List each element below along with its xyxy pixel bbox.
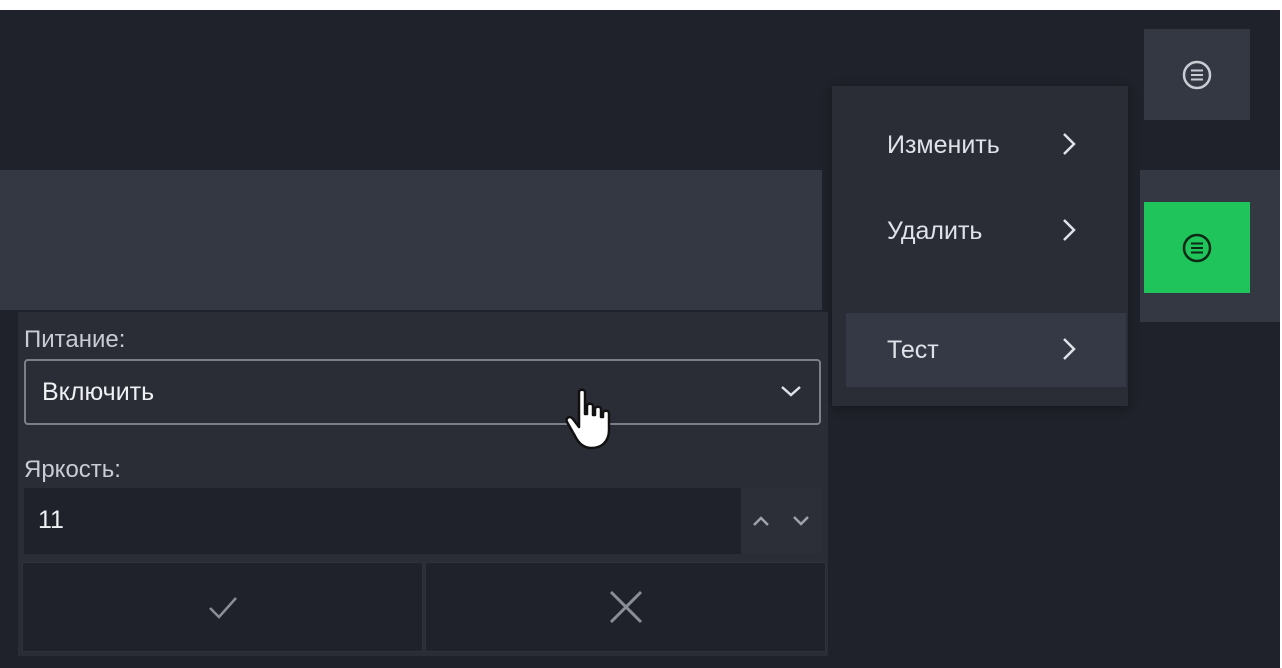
menu-item-label: Изменить (887, 130, 1000, 159)
power-select[interactable]: Включить (24, 359, 821, 425)
menu-item-label: Удалить (887, 216, 983, 245)
menu-button[interactable] (1144, 29, 1250, 120)
power-label: Питание: (24, 326, 126, 353)
check-icon (208, 597, 237, 619)
menu-item-test[interactable]: Тест (846, 313, 1126, 387)
decrement-button[interactable] (781, 488, 821, 554)
cancel-button[interactable] (425, 562, 826, 652)
confirm-button[interactable] (22, 562, 423, 652)
close-icon (609, 590, 642, 624)
chevron-right-icon (1063, 338, 1076, 360)
menu-item-delete[interactable]: Удалить (832, 194, 1128, 268)
chevron-right-icon (1063, 133, 1076, 155)
brightness-label: Яркость: (24, 456, 121, 483)
app-window: Изменить Удалить Тест Питание: Включить (0, 10, 1280, 668)
chevron-up-icon (753, 516, 769, 526)
power-select-value: Включить (42, 378, 155, 406)
brightness-input[interactable]: 11 (24, 488, 821, 554)
chevron-down-icon (781, 386, 801, 397)
menu-item-label: Тест (887, 335, 939, 364)
menu-item-edit[interactable]: Изменить (832, 108, 1128, 182)
device-row (0, 170, 822, 310)
brightness-value: 11 (38, 506, 64, 534)
chevron-down-icon (793, 516, 809, 526)
device-menu-button[interactable] (1144, 202, 1250, 293)
device-settings-form: Питание: Включить Яркость: 11 (18, 312, 828, 656)
list-circle-icon (1182, 60, 1212, 89)
chevron-right-icon (1063, 219, 1076, 241)
form-actions (22, 562, 826, 652)
context-menu: Изменить Удалить Тест (832, 86, 1128, 406)
list-circle-icon (1182, 233, 1212, 262)
increment-button[interactable] (741, 488, 781, 554)
hand-cursor-icon (565, 388, 611, 450)
